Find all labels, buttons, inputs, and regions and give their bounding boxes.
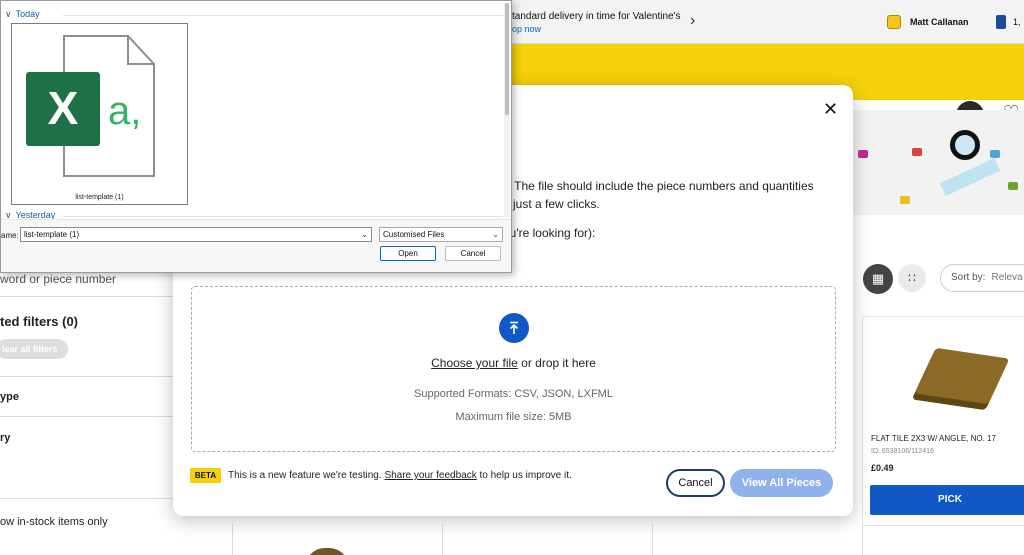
choose-file-link[interactable]: Choose your file <box>431 356 518 370</box>
clear-all-filters-button[interactable]: lear all filters <box>0 339 68 359</box>
brick-decoration <box>990 150 1000 158</box>
csv-glyph: a, <box>108 89 141 133</box>
file-name-field-label: ame: <box>1 231 19 240</box>
vip-points: 1, <box>1013 17 1021 27</box>
promo-text: tandard delivery in time for Valentine's <box>512 11 681 22</box>
file-name-label: list-template (1) <box>75 194 124 201</box>
large-grid-view-icon[interactable]: ▦ <box>863 264 893 294</box>
beta-notice-text: to help us improve it. <box>476 470 572 481</box>
excel-letter: X <box>48 82 79 134</box>
chevron-down-icon[interactable]: ⌄ <box>361 228 368 241</box>
brick-decoration <box>900 196 910 204</box>
sidebar-search-placeholder[interactable]: word or piece number <box>0 272 116 286</box>
file-name-input[interactable]: list-template (1) ⌄ <box>20 227 372 242</box>
product-price: £0.49 <box>871 463 894 473</box>
sort-by-label: Sort by: <box>951 272 986 283</box>
magnifier-illustration <box>950 130 980 160</box>
applied-filters-heading: ted filters (0) <box>0 314 79 329</box>
divider <box>63 216 503 217</box>
excel-csv-file-icon: X a, <box>26 35 155 177</box>
divider <box>442 524 443 555</box>
sort-by-value: Releva <box>991 272 1023 283</box>
beta-badge: BETA <box>190 468 221 483</box>
user-name[interactable]: Matt Callanan <box>910 17 969 27</box>
chevron-down-icon[interactable]: ⌄ <box>492 228 499 241</box>
file-name-value: list-template (1) <box>24 230 80 239</box>
filter-category-toggle[interactable]: ry <box>0 432 10 444</box>
product-image <box>914 347 1010 405</box>
supported-formats: Supported Formats: CSV, JSON, LXFML <box>414 388 613 400</box>
drop-hint: or drop it here <box>517 356 596 370</box>
user-avatar-icon[interactable] <box>887 15 901 29</box>
beta-notice-text: This is a new feature we're testing. <box>228 470 385 481</box>
dialog-footer: ame: list-template (1) ⌄ Customised File… <box>1 219 511 272</box>
group-label: Today <box>15 9 40 19</box>
view-all-pieces-button[interactable]: View All Pieces <box>730 469 833 497</box>
filter-type-toggle[interactable]: ype <box>0 391 19 403</box>
banner-streak <box>939 157 1001 197</box>
modal-description: ith just a few clicks. <box>497 197 600 211</box>
vip-card-icon[interactable] <box>996 15 1006 29</box>
share-feedback-link[interactable]: Share your feedback <box>384 470 476 481</box>
brick-decoration <box>912 148 922 156</box>
divider <box>652 524 653 555</box>
upload-icon[interactable] <box>499 313 529 343</box>
divider <box>232 524 233 555</box>
vertical-scrollbar[interactable] <box>504 3 510 217</box>
product-name[interactable]: FLAT TILE 2X3 W/ ANGLE, NO. 17 <box>871 434 996 443</box>
beta-notice: This is a new feature we're testing. Sha… <box>228 470 572 481</box>
group-header-today[interactable]: ∨ Today <box>5 9 40 20</box>
product-id: ID: 6538106/112416 <box>871 448 934 455</box>
product-thumbnail <box>305 548 349 555</box>
cancel-button[interactable]: Cancel <box>666 469 725 497</box>
file-type-value: Customised Files <box>383 230 445 239</box>
max-file-size: Maximum file size: 5MB <box>455 411 572 423</box>
file-item[interactable]: X a, list-template (1) <box>11 23 188 205</box>
file-type-select[interactable]: Customised Files ⌄ <box>379 227 503 242</box>
promo-next-chevron-icon[interactable]: › <box>690 12 695 30</box>
divider <box>63 15 503 16</box>
brick-decoration <box>1008 182 1018 190</box>
pick-button[interactable]: PICK <box>870 485 1024 515</box>
sort-by-dropdown[interactable]: Sort by: Releva <box>940 264 1024 292</box>
file-open-dialog: ∨ Today X a, list-template (1) ∨ Yesterday… <box>0 0 512 273</box>
brick-decoration <box>858 150 868 158</box>
file-drop-zone[interactable]: Choose your file or drop it here Support… <box>191 286 836 452</box>
scroll-thumb[interactable] <box>505 3 509 115</box>
in-stock-toggle-label[interactable]: ow in-stock items only <box>0 516 108 528</box>
close-icon[interactable]: ✕ <box>823 99 838 119</box>
small-grid-view-icon[interactable]: ∷ <box>898 264 926 292</box>
open-button[interactable]: Open <box>380 246 436 261</box>
modal-description: re. The file should include the piece nu… <box>497 179 814 193</box>
dialog-cancel-button[interactable]: Cancel <box>445 246 501 261</box>
promo-link[interactable]: op now <box>512 24 541 34</box>
chevron-down-icon[interactable]: ∨ <box>5 9 12 20</box>
choose-file-row: Choose your file or drop it here <box>192 356 835 370</box>
divider <box>862 524 863 555</box>
